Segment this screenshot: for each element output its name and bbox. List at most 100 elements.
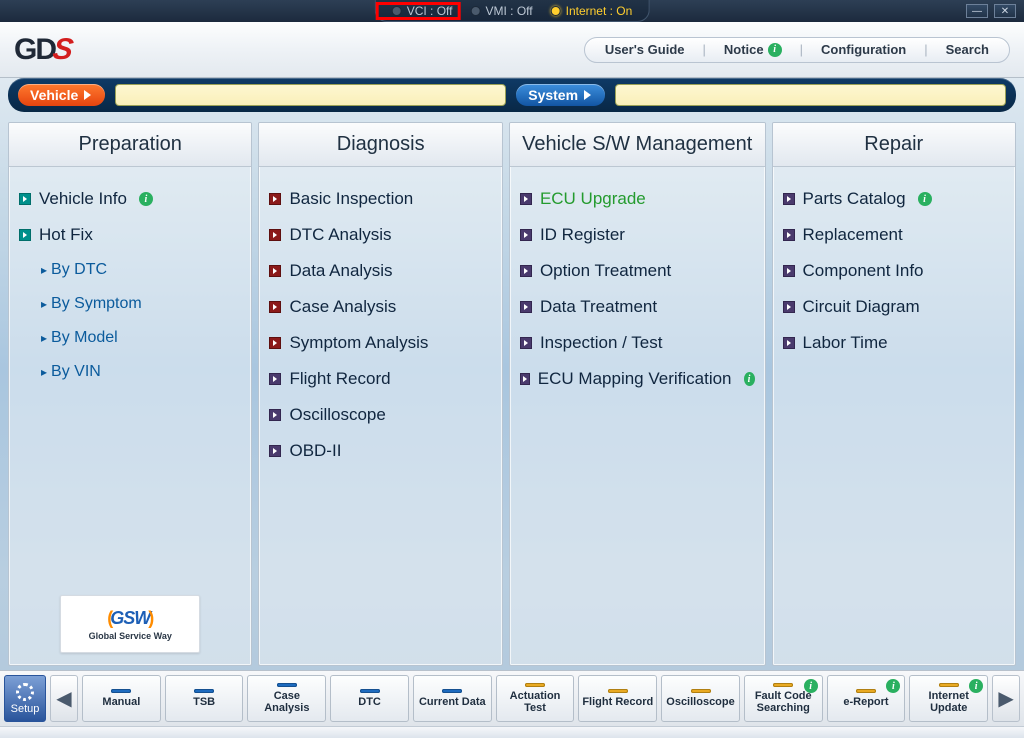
- toolbar-button[interactable]: TSB: [165, 675, 244, 722]
- nav-separator: |: [924, 42, 927, 57]
- status-vmi: VMI : Off: [468, 4, 534, 18]
- chip-icon: [691, 689, 711, 693]
- gear-icon: [16, 683, 34, 701]
- toolbar-button[interactable]: Current Data: [413, 675, 492, 722]
- bullet-icon: [520, 265, 532, 277]
- menu-item[interactable]: Case Analysis: [269, 289, 491, 325]
- menu-item[interactable]: Vehicle Infoi: [19, 181, 241, 217]
- menu-item-label: OBD-II: [289, 441, 341, 461]
- setup-button[interactable]: Setup: [4, 675, 46, 722]
- menu-item[interactable]: Component Info: [783, 253, 1005, 289]
- toolbar-button[interactable]: Internet Updatei: [909, 675, 988, 722]
- bullet-icon: [520, 337, 532, 349]
- system-field[interactable]: [615, 84, 1006, 106]
- os-taskbar: [0, 726, 1024, 738]
- system-button-label: System: [528, 87, 578, 103]
- panel-vehicle-sw: Vehicle S/W Management ECU UpgradeID Reg…: [509, 122, 766, 666]
- menu-item[interactable]: Flight Record: [269, 361, 491, 397]
- menu-item-label: ECU Upgrade: [540, 189, 646, 209]
- submenu-item[interactable]: By Symptom: [41, 287, 241, 321]
- toolbar-button[interactable]: e-Reporti: [827, 675, 906, 722]
- menu-item[interactable]: Replacement: [783, 217, 1005, 253]
- bullet-icon: [269, 193, 281, 205]
- menu-item[interactable]: Hot Fix: [19, 217, 241, 253]
- status-vmi-label: VMI : Off: [485, 4, 532, 18]
- menu-item[interactable]: Inspection / Test: [520, 325, 755, 361]
- menu-item[interactable]: Parts Catalogi: [783, 181, 1005, 217]
- panel-repair: Repair Parts CatalogiReplacementComponen…: [772, 122, 1016, 666]
- bullet-icon: [520, 193, 532, 205]
- bullet-icon: [783, 265, 795, 277]
- toolbar-button-label: Manual: [102, 696, 140, 708]
- nav-search[interactable]: Search: [946, 42, 989, 57]
- bullet-icon: [269, 301, 281, 313]
- menu-item[interactable]: Labor Time: [783, 325, 1005, 361]
- toolbar-button[interactable]: Actuation Test: [496, 675, 575, 722]
- toolbar-scroll-left[interactable]: ◀: [50, 675, 78, 722]
- minimize-button[interactable]: —: [966, 4, 988, 18]
- chip-icon: [442, 689, 462, 693]
- toolbar-button[interactable]: DTC: [330, 675, 409, 722]
- chip-icon: [939, 683, 959, 687]
- menu-item-label: Data Analysis: [289, 261, 392, 281]
- title-bar: VCI : Off VMI : Off Internet : On — ✕: [0, 0, 1024, 22]
- menu-item[interactable]: Data Treatment: [520, 289, 755, 325]
- menu-item[interactable]: DTC Analysis: [269, 217, 491, 253]
- chip-icon: [856, 689, 876, 693]
- panel-title: Preparation: [9, 123, 251, 167]
- menu-item[interactable]: ECU Mapping Verificationi: [520, 361, 755, 397]
- menu-item[interactable]: Basic Inspection: [269, 181, 491, 217]
- gsw-subtitle: Global Service Way: [89, 631, 172, 641]
- menu-item[interactable]: OBD-II: [269, 433, 491, 469]
- bullet-icon: [269, 409, 281, 421]
- toolbar-button[interactable]: Oscilloscope: [661, 675, 740, 722]
- toolbar-button[interactable]: Fault Code Searchingi: [744, 675, 823, 722]
- submenu-item[interactable]: By Model: [41, 321, 241, 355]
- panel-body: Parts CatalogiReplacementComponent Info C…: [773, 167, 1015, 665]
- toolbar-button[interactable]: Flight Record: [578, 675, 657, 722]
- toolbar-button[interactable]: Manual: [82, 675, 161, 722]
- toolbar-button-label: Actuation Test: [499, 690, 572, 714]
- app-logo: GDS: [14, 33, 71, 67]
- menu-item[interactable]: ECU Upgrade: [520, 181, 755, 217]
- menu-item-label: Inspection / Test: [540, 333, 663, 353]
- info-icon: i: [886, 679, 900, 693]
- menu-item-label: Circuit Diagram: [803, 297, 920, 317]
- vehicle-field[interactable]: [115, 84, 506, 106]
- menu-item[interactable]: Symptom Analysis: [269, 325, 491, 361]
- info-icon: i: [744, 372, 755, 386]
- toolbar-button[interactable]: Case Analysis: [247, 675, 326, 722]
- panel-body: Basic InspectionDTC Analysis Data Analysi…: [259, 167, 501, 665]
- menu-item[interactable]: Data Analysis: [269, 253, 491, 289]
- bullet-icon: [783, 301, 795, 313]
- chip-icon: [277, 683, 297, 687]
- menu-item-label: Flight Record: [289, 369, 390, 389]
- info-icon: i: [918, 192, 932, 206]
- menu-item[interactable]: Oscilloscope: [269, 397, 491, 433]
- gsw-card[interactable]: GSW Global Service Way: [60, 595, 200, 653]
- triangle-right-icon: [584, 90, 591, 100]
- vehicle-button[interactable]: Vehicle: [18, 84, 105, 106]
- chip-icon: [608, 689, 628, 693]
- status-dot-icon: [470, 6, 480, 16]
- menu-item-label: Labor Time: [803, 333, 888, 353]
- submenu-item[interactable]: By VIN: [41, 355, 241, 389]
- triangle-right-icon: [84, 90, 91, 100]
- menu-item[interactable]: Circuit Diagram: [783, 289, 1005, 325]
- system-button[interactable]: System: [516, 84, 605, 106]
- menu-item-label: Case Analysis: [289, 297, 396, 317]
- nav-user-guide[interactable]: User's Guide: [605, 42, 685, 57]
- submenu-item[interactable]: By DTC: [41, 253, 241, 287]
- nav-notice[interactable]: Notice i: [724, 42, 782, 57]
- menu-item[interactable]: Option Treatment: [520, 253, 755, 289]
- info-icon: i: [804, 679, 818, 693]
- toolbar-button-label: Internet Update: [912, 690, 985, 714]
- toolbar-button-label: Oscilloscope: [666, 696, 734, 708]
- top-nav: User's Guide | Notice i | Configuration …: [584, 37, 1010, 63]
- bullet-icon: [269, 265, 281, 277]
- menu-item[interactable]: ID Register: [520, 217, 755, 253]
- bullet-icon: [783, 337, 795, 349]
- close-button[interactable]: ✕: [994, 4, 1016, 18]
- toolbar-scroll-right[interactable]: ▶: [992, 675, 1020, 722]
- nav-configuration[interactable]: Configuration: [821, 42, 906, 57]
